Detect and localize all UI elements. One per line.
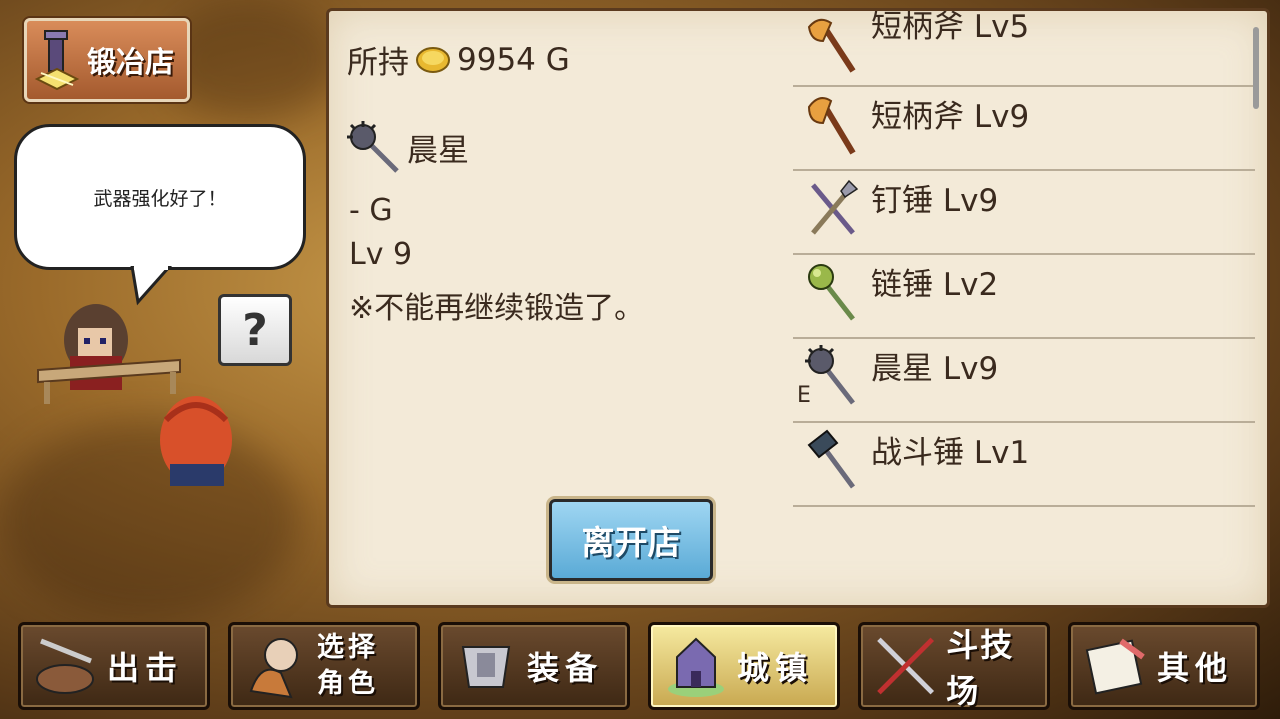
shop-title-badge: 锻冶店 xyxy=(24,18,190,102)
list-item[interactable]: 短柄斧 Lv9 xyxy=(793,85,1255,171)
blacksmith-icon xyxy=(34,30,80,91)
nav-sortie-button[interactable]: 出击 xyxy=(18,622,210,710)
item-detail-price: - G xyxy=(349,193,393,228)
nav-equipment-button[interactable]: 装备 xyxy=(438,622,630,710)
axe-icon xyxy=(807,97,856,155)
nav-arena-button[interactable]: 斗技场 xyxy=(858,622,1050,710)
speech-bubble: 武器强化好了！ xyxy=(14,124,306,270)
morning-star-icon xyxy=(347,121,399,173)
nav-label: 选择 角色 xyxy=(317,632,379,699)
town-icon xyxy=(668,637,724,697)
gold-coin-icon xyxy=(416,46,450,73)
list-item-name: 钉锤 Lv9 xyxy=(871,183,999,219)
nav-label: 装备 xyxy=(527,649,604,687)
item-detail-name: 晨星 xyxy=(407,133,469,169)
bottom-nav: 出击 选择 角色 装备 城镇 斗技场 其他 xyxy=(0,616,1280,719)
flail-icon xyxy=(808,264,855,321)
list-item-name: 晨星 Lv9 xyxy=(871,351,999,387)
nav-character-button[interactable]: 选择 角色 xyxy=(228,622,420,710)
list-item-name: 战斗锤 Lv1 xyxy=(871,435,1030,471)
war-hammer-icon xyxy=(807,429,856,489)
list-item-name: 短柄斧 Lv9 xyxy=(871,99,1030,135)
arena-icon xyxy=(877,637,935,695)
sortie-icon xyxy=(36,638,94,694)
character-icon xyxy=(249,638,298,699)
item-detail-level: Lv 9 xyxy=(349,237,413,272)
gold-display: 所持 9954 G xyxy=(347,37,570,82)
list-scrollbar[interactable] xyxy=(1253,27,1259,109)
gold-amount: 9954 G xyxy=(457,41,570,78)
item-detail: 晨星 - G Lv 9 ※不能再继续锻造了。 xyxy=(347,121,644,326)
item-detail-note: ※不能再继续锻造了。 xyxy=(349,291,645,326)
speech-text: 武器强化好了！ xyxy=(93,187,227,210)
shop-panel: 所持 9954 G 晨星 - G Lv 9 ※不能再继续锻造了。 离开店 短柄斧… xyxy=(326,8,1270,608)
list-item[interactable]: 短柄斧 Lv5 xyxy=(793,11,1255,87)
shop-scene xyxy=(37,304,232,486)
equipped-marker: E xyxy=(797,383,811,408)
armor-icon xyxy=(461,646,511,688)
nav-other-button[interactable]: 其他 xyxy=(1068,622,1260,710)
nav-label: 城镇 xyxy=(737,649,814,687)
spiked-hammer-icon xyxy=(811,179,859,235)
nav-town-button[interactable]: 城镇 xyxy=(648,622,840,710)
gold-label: 所持 xyxy=(347,45,409,81)
nav-label: 其他 xyxy=(1157,649,1234,687)
list-item[interactable]: 晨星 Lv9 E xyxy=(793,337,1255,423)
list-item-name: 短柄斧 Lv5 xyxy=(871,11,1030,45)
leave-shop-button[interactable]: 离开店 xyxy=(549,499,713,581)
scroll-icon xyxy=(1085,638,1145,695)
list-item[interactable]: 钉锤 Lv9 xyxy=(793,169,1255,255)
shop-title: 锻冶店 xyxy=(87,45,175,79)
axe-icon xyxy=(807,18,856,73)
morning-star-icon xyxy=(805,345,855,405)
list-item-name: 链锤 Lv2 xyxy=(871,267,999,303)
hero-sprite xyxy=(160,396,232,486)
list-item[interactable]: 战斗锤 Lv1 xyxy=(793,421,1255,507)
weapon-list[interactable]: 短柄斧 Lv5 短柄斧 Lv9 钉锤 Lv9 链锤 Lv2 晨星 Lv9 E 战… xyxy=(793,11,1255,511)
nav-label: 斗技场 xyxy=(946,626,1015,710)
list-item[interactable]: 链锤 Lv2 xyxy=(793,253,1255,339)
nav-label: 出击 xyxy=(107,649,184,687)
